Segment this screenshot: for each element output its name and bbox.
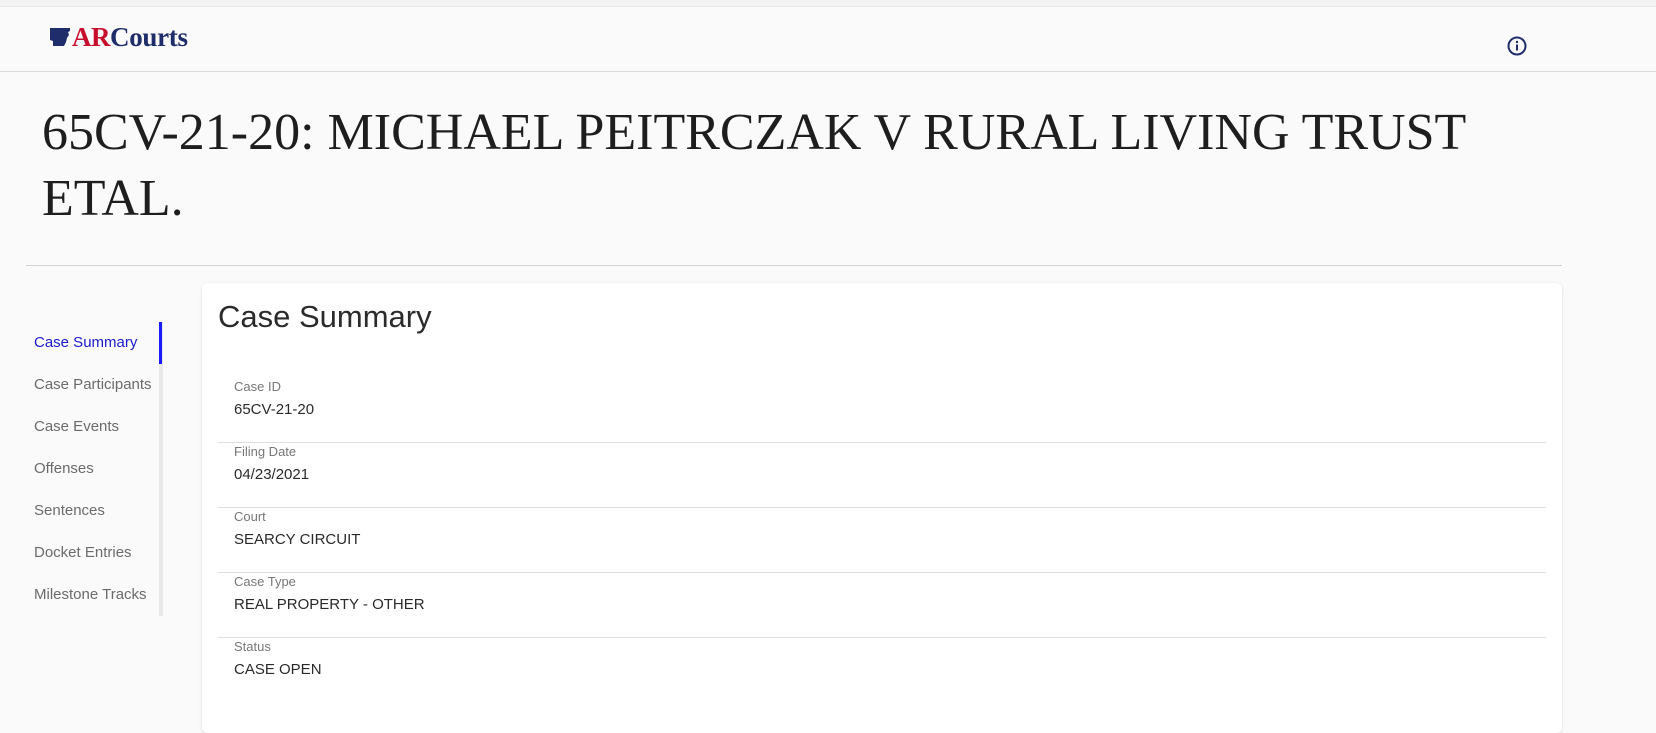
sidebar-item-sentences[interactable]: Sentences <box>34 490 105 532</box>
sidebar-item-offenses[interactable]: Offenses <box>34 448 94 490</box>
sidebar-item-docket-entries[interactable]: Docket Entries <box>34 532 132 574</box>
field-value: CASE OPEN <box>234 661 322 678</box>
field-label: Status <box>234 639 271 654</box>
case-summary-heading: Case Summary <box>218 299 432 334</box>
page-title: 65CV-21-20: MICHAEL PEITRCZAK V RURAL LI… <box>42 104 1466 227</box>
field-value: 65CV-21-20 <box>234 401 315 418</box>
section-nav-track <box>159 322 163 616</box>
section-nav-active-indicator <box>159 322 162 364</box>
title-divider <box>26 265 1562 266</box>
field-value: SEARCY CIRCUIT <box>234 531 361 548</box>
case-type-field: Case Type REAL PROPERTY - OTHER <box>218 572 1546 638</box>
field-label: Filing Date <box>234 444 297 459</box>
field-label: Court <box>234 509 266 524</box>
arkansas-state-icon <box>50 28 70 46</box>
field-label: Case Type <box>234 574 296 589</box>
top-strip <box>0 0 1656 7</box>
case-id-field: Case ID 65CV-21-20 <box>218 377 1546 443</box>
case-summary-card: Case Summary Case ID 65CV-21-20 Filing D… <box>202 283 1562 733</box>
field-value: REAL PROPERTY - OTHER <box>234 596 425 613</box>
arcourts-logo[interactable]: AR Courts <box>49 22 188 52</box>
logo-text-ar: AR <box>72 21 111 52</box>
logo-text-courts: Courts <box>110 21 188 52</box>
status-field: Status CASE OPEN <box>218 637 1546 702</box>
filing-date-field: Filing Date 04/23/2021 <box>218 442 1546 508</box>
sidebar-item-case-events[interactable]: Case Events <box>34 406 119 448</box>
field-value: 04/23/2021 <box>234 466 310 483</box>
sidebar-item-case-summary[interactable]: Case Summary <box>34 322 137 364</box>
sidebar-item-milestone-tracks[interactable]: Milestone Tracks <box>34 574 147 616</box>
field-label: Case ID <box>234 379 281 394</box>
sidebar-item-case-participants[interactable]: Case Participants <box>34 364 152 406</box>
top-navbar: AR Courts <box>0 7 1656 72</box>
info-circle-icon[interactable] <box>1506 35 1528 57</box>
court-field: Court SEARCY CIRCUIT <box>218 507 1546 573</box>
